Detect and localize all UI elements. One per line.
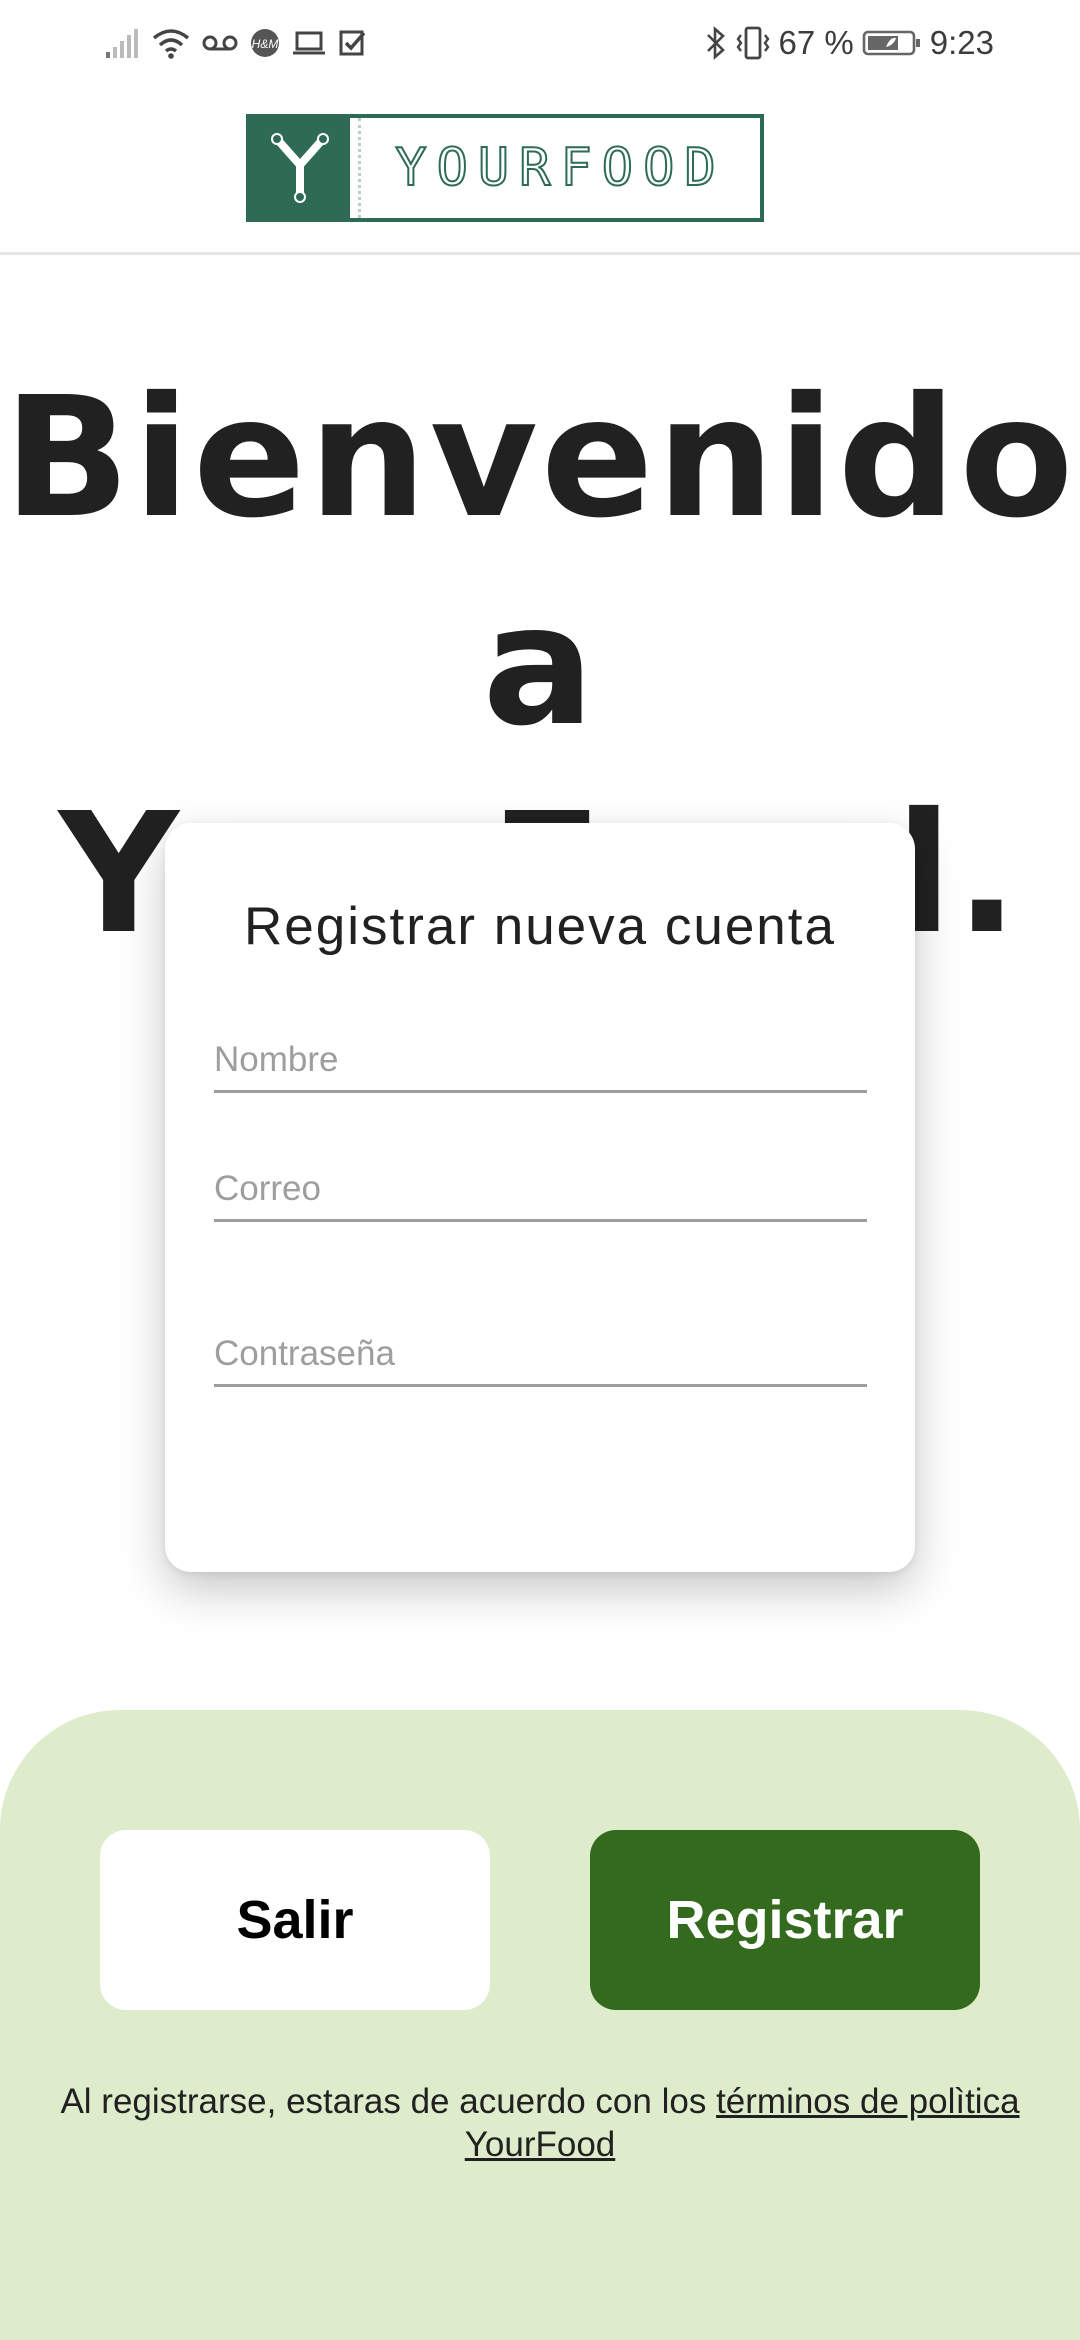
- register-button[interactable]: Registrar: [590, 1830, 980, 2010]
- form-title: Registrar nueva cuenta: [244, 897, 836, 956]
- email-field[interactable]: [214, 1143, 867, 1222]
- bluetooth-icon: [705, 22, 727, 64]
- check-icon: [338, 22, 366, 64]
- battery-icon: [862, 22, 922, 64]
- bottom-action-sheet: Salir Registrar Al registrarse, estaras …: [0, 1710, 1080, 2340]
- laptop-icon: [292, 22, 326, 64]
- email-input[interactable]: [214, 1169, 867, 1209]
- logo-y-mark: [250, 118, 350, 218]
- yourfood-logo: YOURFOOD: [246, 114, 764, 222]
- clock-time: 9:23: [929, 24, 994, 61]
- status-icons-left: H&M: [106, 22, 366, 64]
- terms-text: Al registrarse, estaras de acuerdo con l…: [60, 2082, 717, 2121]
- signal-icon: [106, 22, 140, 64]
- app-header: YOURFOOD: [0, 86, 1080, 255]
- password-input[interactable]: [214, 1334, 867, 1374]
- vibrate-icon: [735, 22, 771, 64]
- svg-text:H&M: H&M: [252, 37, 279, 51]
- password-field[interactable]: [214, 1308, 867, 1387]
- status-bar: H&M 67 % 9:23: [0, 0, 1080, 86]
- voicemail-icon: [202, 22, 238, 64]
- status-icons-right: 67 % 9:23: [705, 22, 994, 64]
- register-card: Registrar nueva cuenta: [165, 823, 915, 1572]
- exit-button[interactable]: Salir: [100, 1830, 490, 2010]
- logo-wordmark: YOURFOOD: [358, 118, 760, 218]
- name-input[interactable]: [214, 1040, 867, 1080]
- terms-notice: Al registrarse, estaras de acuerdo con l…: [30, 2080, 1050, 2166]
- welcome-line-1: Bienvenido: [3, 362, 1077, 555]
- hm-app-icon: H&M: [250, 22, 280, 64]
- battery-percent: 67 %: [778, 24, 854, 61]
- name-field[interactable]: [214, 1014, 867, 1093]
- wifi-icon: [152, 22, 190, 64]
